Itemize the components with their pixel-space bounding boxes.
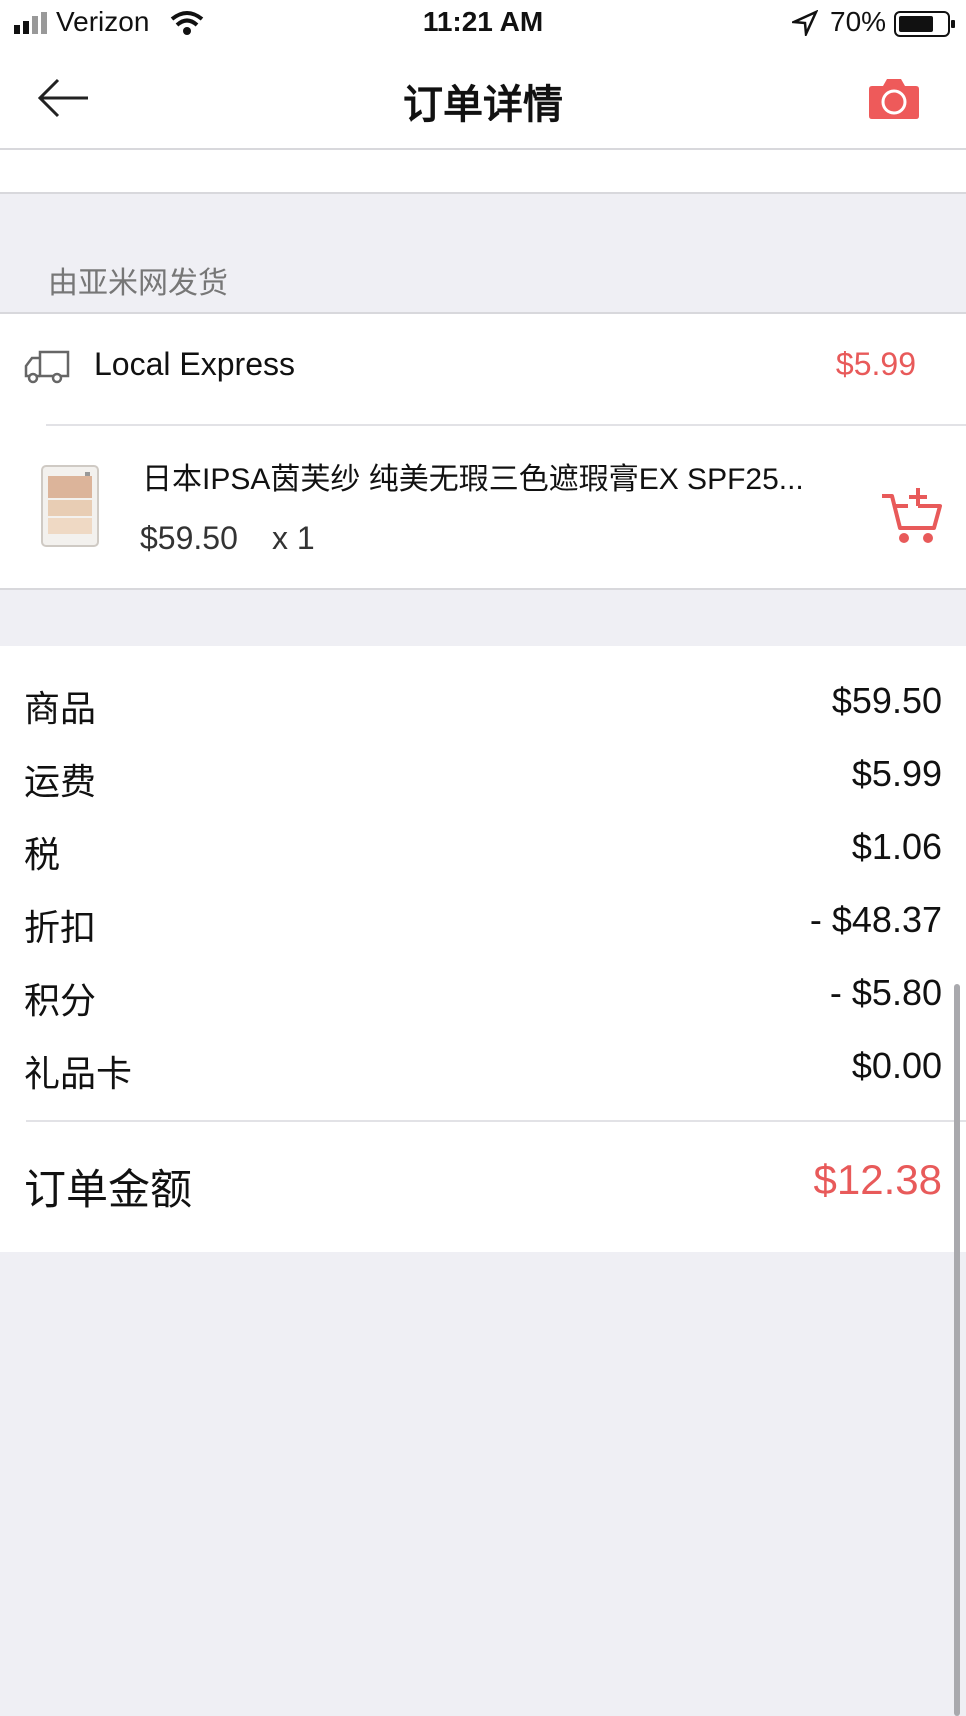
summary-value: - $5.80 <box>829 972 942 1013</box>
product-name[interactable]: 日本IPSA茵芙纱 纯美无瑕三色遮瑕膏EX SPF25... <box>142 454 862 498</box>
summary-label: 折扣 <box>24 907 97 948</box>
shipment-card: Local Express $5.99 日本IPSA茵芙纱 纯美无瑕三色遮瑕膏E… <box>0 312 966 590</box>
page-title: 订单详情 <box>403 83 563 127</box>
shipper-label: 由亚米网发货 <box>48 267 228 300</box>
summary-row-discount: 折扣 - $48.37 <box>24 899 942 949</box>
content-strip <box>0 150 966 194</box>
summary-row-gift-card: 礼品卡 $0.00 <box>24 1045 942 1095</box>
summary-row-points: 积分 - $5.80 <box>24 972 942 1022</box>
summary-value: - $48.37 <box>809 899 942 940</box>
summary-label: 运费 <box>24 761 97 802</box>
summary-value: $1.06 <box>851 826 942 867</box>
status-bar: Verizon 11:21 AM 70% <box>0 0 966 48</box>
product-quantity: x 1 <box>272 520 315 556</box>
shipping-price: $5.99 <box>835 346 916 382</box>
shipping-method: Local Express <box>94 346 295 382</box>
clock: 11:21 AM <box>422 6 544 37</box>
divider <box>26 1120 966 1122</box>
summary-row-shipping: 运费 $5.99 <box>24 753 942 803</box>
summary-value: $59.50 <box>831 680 942 721</box>
summary-value: $5.99 <box>851 753 942 794</box>
scrollbar[interactable] <box>954 984 960 1716</box>
add-to-cart-icon[interactable] <box>880 484 944 548</box>
summary-row-goods: 商品 $59.50 <box>24 680 942 730</box>
product-thumbnail[interactable] <box>40 464 100 548</box>
summary-label: 积分 <box>24 980 97 1021</box>
order-total-value: $12.38 <box>813 1156 942 1203</box>
divider <box>46 424 966 426</box>
location-arrow-icon <box>792 10 818 36</box>
battery-icon <box>894 11 955 37</box>
battery-percent: 70% <box>830 6 887 37</box>
summary-label: 税 <box>24 834 61 875</box>
navigation-bar: 订单详情 <box>0 48 966 150</box>
summary-row-tax: 税 $1.06 <box>24 826 942 876</box>
order-total-row: 订单金额 $12.38 <box>24 1156 942 1216</box>
product-price: $59.50 <box>140 520 238 556</box>
summary-label: 商品 <box>24 688 97 729</box>
order-summary: 商品 $59.50 运费 $5.99 税 $1.06 折扣 - $48.37 积… <box>0 646 966 1252</box>
truck-icon <box>24 350 70 384</box>
summary-value: $0.00 <box>851 1045 942 1086</box>
camera-icon[interactable] <box>868 76 920 120</box>
order-total-label: 订单金额 <box>24 1166 193 1213</box>
summary-label: 礼品卡 <box>24 1053 133 1094</box>
